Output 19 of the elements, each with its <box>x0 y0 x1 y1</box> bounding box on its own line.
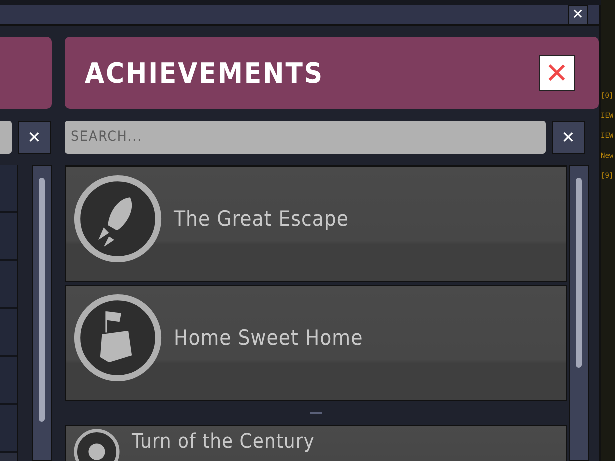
achievement-card[interactable]: Home Sweet Home <box>65 285 567 401</box>
panel-title: ACHIEVEMENTS <box>85 56 324 90</box>
panel-header <box>0 37 52 109</box>
rocket-icon <box>74 175 162 263</box>
search-field[interactable]: SEARCH... <box>65 120 546 154</box>
achievement-card[interactable]: Turn of the Century <box>65 425 567 461</box>
close-button[interactable]: ✕ <box>539 55 575 91</box>
scrollbar[interactable] <box>32 165 52 461</box>
achievement-name: Turn of the Century <box>132 429 315 453</box>
clear-button[interactable]: ✕ <box>552 120 585 154</box>
flag-planet-icon <box>74 294 162 382</box>
group-separator <box>310 412 322 414</box>
achievement-name: Home Sweet Home <box>174 326 364 350</box>
clear-button[interactable]: ✕ <box>18 120 51 154</box>
search-field[interactable] <box>0 120 12 154</box>
close-button[interactable]: ✕ <box>568 4 588 24</box>
achievement-card[interactable]: The Great Escape <box>65 166 567 282</box>
achievement-name: The Great Escape <box>174 207 350 231</box>
scrollbar[interactable] <box>569 165 589 461</box>
